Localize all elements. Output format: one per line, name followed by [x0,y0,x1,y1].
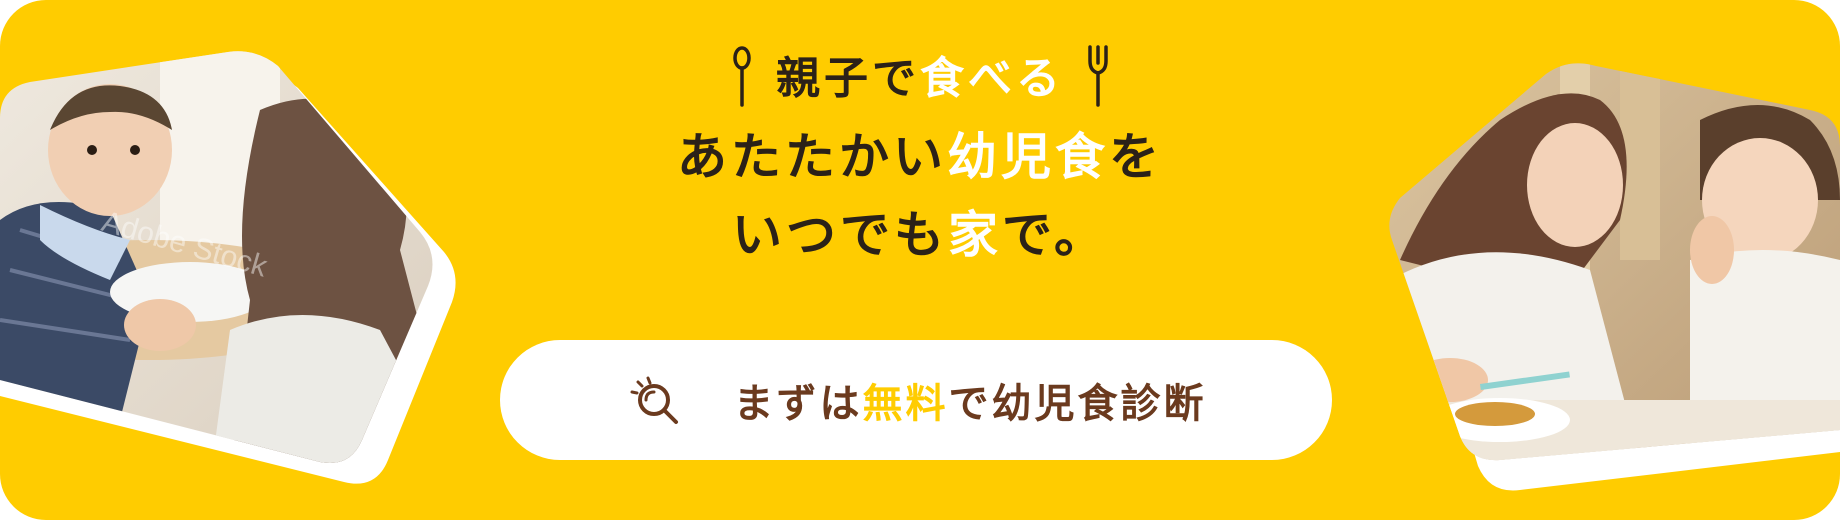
cta-label-accent: 無料 [862,381,949,427]
headline-line-3: いつでも家で。 [560,196,1280,274]
headline-line3-suffix: で。 [1002,206,1108,264]
watermark-text: Adobe Stock [98,205,272,284]
headline-line3-text: いつでも [732,206,948,264]
cta-label-pre: まずは [733,381,863,427]
headline-line2-suffix: を [1109,128,1163,186]
search-icon [626,370,686,430]
cta-label: まずは無料で幼児食診断 [734,371,1207,429]
headline: 親子で食べる あたたかい幼児食を いつでも家で。 [560,40,1280,274]
free-diagnosis-button[interactable]: まずは無料で幼児食診断 [500,340,1332,460]
headline-line-1: 親子で食べる [560,40,1280,118]
headline-line-2: あたたかい幼児食を [560,118,1280,196]
headline-line1-text: 親子で [776,53,920,104]
headline-line3-accent: 家 [948,206,1002,264]
promo-banner: Adobe Stock 親子で食べる あたたかい幼児食を いつでも家で。 まずは… [0,0,1840,520]
headline-line1-accent: 食べる [920,53,1064,104]
headline-line2-text: あたたかい [677,128,947,186]
fork-icon [1086,45,1110,109]
spoon-icon [730,45,754,109]
headline-line2-accent: 幼児食 [947,128,1109,186]
cta-label-post: で幼児食診断 [948,381,1207,427]
